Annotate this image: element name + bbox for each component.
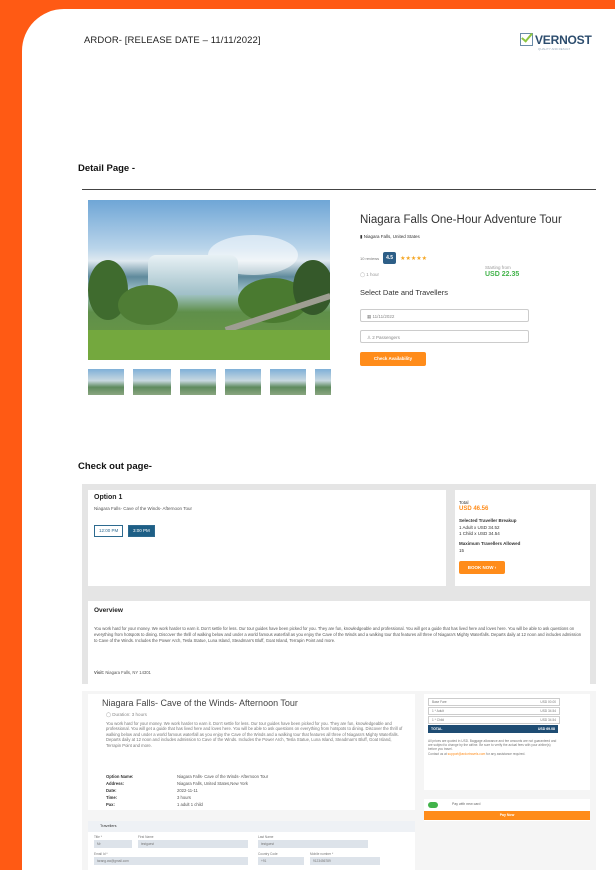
breakup-adult: 1 Adult x USD 34.52 [459,525,500,530]
thumbnail[interactable] [270,369,306,395]
time-slot-button[interactable]: 12:00 PM [94,525,124,537]
breakup-label: Selected Traveller Breakup [459,518,517,523]
check-availability-button[interactable]: Check Availability [360,352,426,366]
total-panel: Total USD 46.56 Selected Traveller Break… [455,490,590,586]
mobile-field[interactable]: 9123456789 [310,857,380,865]
overview-title: Overview [94,607,123,614]
summary-title: Niagara Falls- Cave of the Winds- Aftern… [102,698,298,708]
pay-now-button[interactable]: Pay Now [424,811,590,820]
starting-from-label: Starting from [485,265,511,270]
thumbnail[interactable] [88,369,124,395]
overview-text: You work hard for your money. We work ha… [94,626,582,643]
country-code-field[interactable]: +91 [258,857,304,865]
first-name-field[interactable]: testguest [138,840,248,848]
duration-text: 1 hour [366,272,380,277]
release-title: ARDOR- [RELEASE DATE – 11/11/2022] [84,35,261,46]
last-name-field[interactable]: testguest [258,840,368,848]
visit-label: Visit: [94,670,105,675]
location-text: Niagara Falls, United States [363,234,420,239]
passengers-input[interactable]: ♙ 2 Passengers [360,330,529,343]
divider [82,189,596,190]
tour-title: Niagara Falls One-Hour Adventure Tour [360,214,562,226]
logo-wordmark: VERNOST [535,32,592,47]
summary-field: Address: Niagara Falls, United States,New… [106,781,248,786]
field-label: Mobile number * [310,852,334,856]
fare-note: All prices are quoted in USD. Baggage al… [428,739,557,756]
field-label: Title * [94,835,103,839]
summary-text: You work hard for your money. We work ha… [106,721,403,748]
fare-row: Base Fare USD 00.00 [428,698,560,706]
pay-method-label: Pay with new card [452,802,481,806]
summary-field: Pax: 1 adult 1 child [106,802,203,807]
thumbnail[interactable] [315,369,331,395]
review-summary: 10 reviews 4.5 ★★★★★ [360,252,427,264]
checkout-page-screenshot: Option 1 Niagara Falls- Cave of the Wind… [82,484,596,684]
star-rating-icon: ★★★★★ [400,255,427,262]
logo-tagline: QUALITY AND RESULT [538,47,571,51]
option-subtitle: Niagara Falls- Cave of the Winds- Aftern… [94,506,192,511]
checkout-section-heading: Check out page- [78,461,152,472]
email-field[interactable]: tarang.aw@gmail.com [94,857,248,865]
summary-duration: ◯ Duration: 3 hours [106,712,147,718]
checkmark-icon [520,33,533,46]
summary-field: Date: 2022-11-11 [106,788,198,793]
photo-thumbnails[interactable] [88,369,331,395]
review-count: 10 reviews [360,255,380,261]
passengers-value: 2 Passengers [372,335,400,340]
detail-page-screenshot: Niagara Falls One-Hour Adventure Tour ▮ … [82,195,596,413]
detail-section-heading: Detail Page - [78,163,136,174]
fare-row: 1 * Adult USD 34.54 [428,707,560,715]
summary-field: Option Name: Niagara Falls- Cave of the W… [106,774,269,779]
fare-total: TOTAL USD 69.08 [428,725,558,733]
thumbnail[interactable] [225,369,261,395]
total-price: USD 46.56 [459,506,489,512]
select-date-heading: Select Date and Travellers [360,288,448,297]
booking-summary-card: Niagara Falls- Cave of the Winds- Aftern… [88,694,415,810]
date-value: 11/11/2022 [372,314,395,319]
summary-field: Time: 3 hours [106,795,191,800]
book-now-button[interactable]: BOOK NOW › [459,561,505,574]
travellers-form: Travellers Title * First Name Last Name … [88,821,415,870]
fare-summary-card: Base Fare USD 00.00 1 * Adult USD 34.54 1 … [424,694,590,790]
fare-row: 1 * Child USD 34.54 [428,716,560,724]
field-label: Email Id * [94,852,108,856]
travellers-header[interactable]: Travellers [88,821,415,832]
overview-card: Overview You work hard for your money. W… [88,601,590,684]
tour-location: ▮ Niagara Falls, United States [360,234,420,240]
payment-card: Pay with new card Pay Now [424,799,590,821]
payment-page-screenshot: Niagara Falls- Cave of the Winds- Aftern… [82,691,596,870]
date-input[interactable]: ▦ 11/11/2022 [360,309,529,322]
breakup-child: 1 Child x USD 34.54 [459,531,500,536]
field-label: Country Code [258,852,278,856]
time-slot-button-selected[interactable]: 3:00 PM [128,525,155,537]
vernost-logo: VERNOST QUALITY AND RESULT [520,32,592,51]
tour-main-photo [88,200,330,360]
field-label: Last Name [258,835,274,839]
tour-duration: ◯ 1 hour [360,272,379,278]
visit-value: Niagara Falls, NY 14301 [105,670,151,675]
rating-badge: 4.5 [383,252,397,264]
price-value: USD 22.35 [485,271,520,278]
thumbnail[interactable] [180,369,216,395]
summary-duration-text: Duration: 3 hours [112,712,147,717]
title-field[interactable]: Mr [94,840,132,848]
pay-toggle[interactable] [428,802,438,808]
thumbnail[interactable] [133,369,171,395]
visit-address: Visit: Niagara Falls, NY 14301 [94,670,151,675]
travellers-label: Travellers [100,824,117,828]
max-travellers-value: 15 [459,548,465,553]
document-page: ARDOR- [RELEASE DATE – 11/11/2022] VERNO… [22,9,615,870]
starting-price: Starting from USD 22.35 [485,265,519,278]
field-label: First Name [138,835,154,839]
support-email-link[interactable]: support@ardortravels.com [448,752,486,756]
option-title: Option 1 [94,494,123,501]
max-travellers-label: Maximum Travellers Allowed [459,541,521,546]
total-label: Total [459,500,469,505]
option-card: Option 1 Niagara Falls- Cave of the Wind… [88,490,446,586]
